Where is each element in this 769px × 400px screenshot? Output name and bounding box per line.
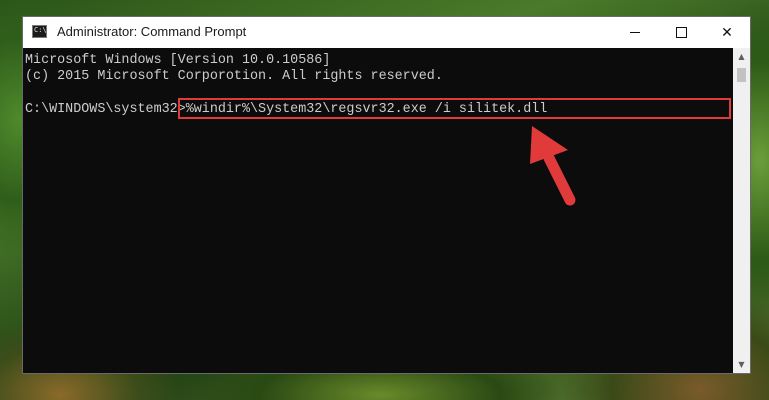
annotation-arrow-icon bbox=[530, 126, 576, 206]
